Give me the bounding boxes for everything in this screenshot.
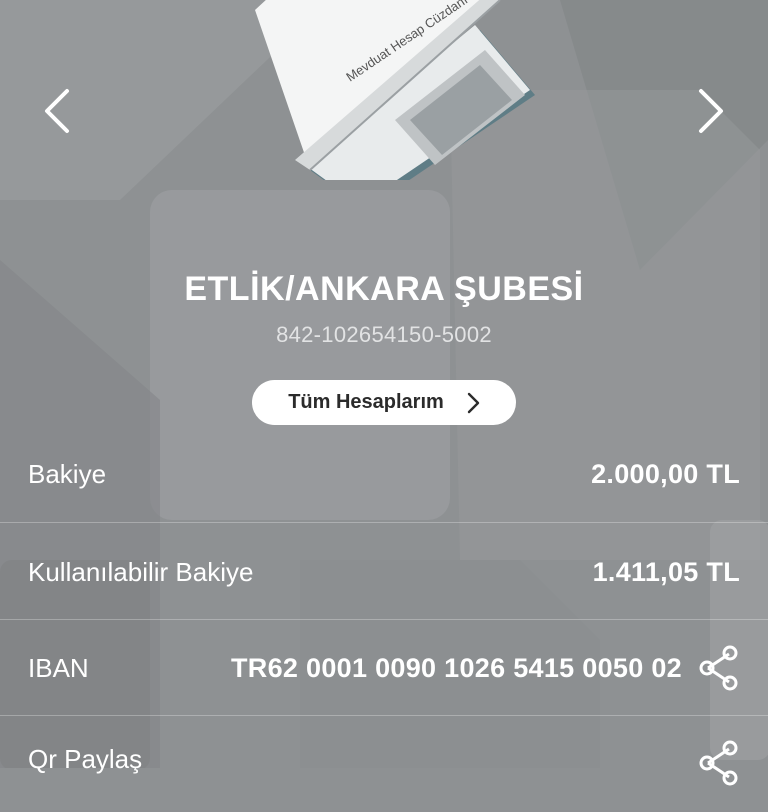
iban-value: TR62 0001 0090 1026 5415 0050 02 bbox=[231, 652, 682, 683]
qr-share-row[interactable]: Qr Paylaş bbox=[0, 716, 768, 812]
chevron-left-icon bbox=[45, 89, 69, 133]
iban-row: IBAN TR62 0001 0090 1026 5415 0050 02 bbox=[0, 620, 768, 716]
chevron-right-icon bbox=[699, 89, 723, 133]
all-accounts-label: Tüm Hesaplarım bbox=[288, 391, 444, 413]
balance-label: Bakiye bbox=[28, 458, 107, 489]
share-icon[interactable] bbox=[698, 645, 740, 691]
available-balance-value: 1.411,05 TL bbox=[592, 556, 740, 587]
qr-share-label: Qr Paylaş bbox=[28, 744, 143, 774]
account-number: 842-102654150-5002 bbox=[276, 322, 492, 347]
available-balance-label: Kullanılabilir Bakiye bbox=[28, 556, 254, 587]
balance-row: Bakiye 2.000,00 TL bbox=[0, 426, 768, 522]
next-account-button[interactable] bbox=[686, 86, 736, 136]
iban-label: IBAN bbox=[28, 652, 89, 683]
all-accounts-button[interactable]: Tüm Hesaplarım bbox=[252, 380, 516, 425]
share-icon[interactable] bbox=[698, 740, 740, 786]
branch-name: ETLİK/ANKARA ŞUBESİ bbox=[184, 270, 584, 308]
previous-account-button[interactable] bbox=[32, 86, 82, 136]
chevron-right-icon bbox=[467, 392, 479, 413]
divider bbox=[0, 522, 768, 523]
balance-value: 2.000,00 TL bbox=[591, 458, 740, 489]
available-balance-row: Kullanılabilir Bakiye 1.411,05 TL bbox=[0, 524, 768, 620]
account-booklet-image: Mevduat Hesap Cüzdanı bbox=[250, 0, 540, 210]
